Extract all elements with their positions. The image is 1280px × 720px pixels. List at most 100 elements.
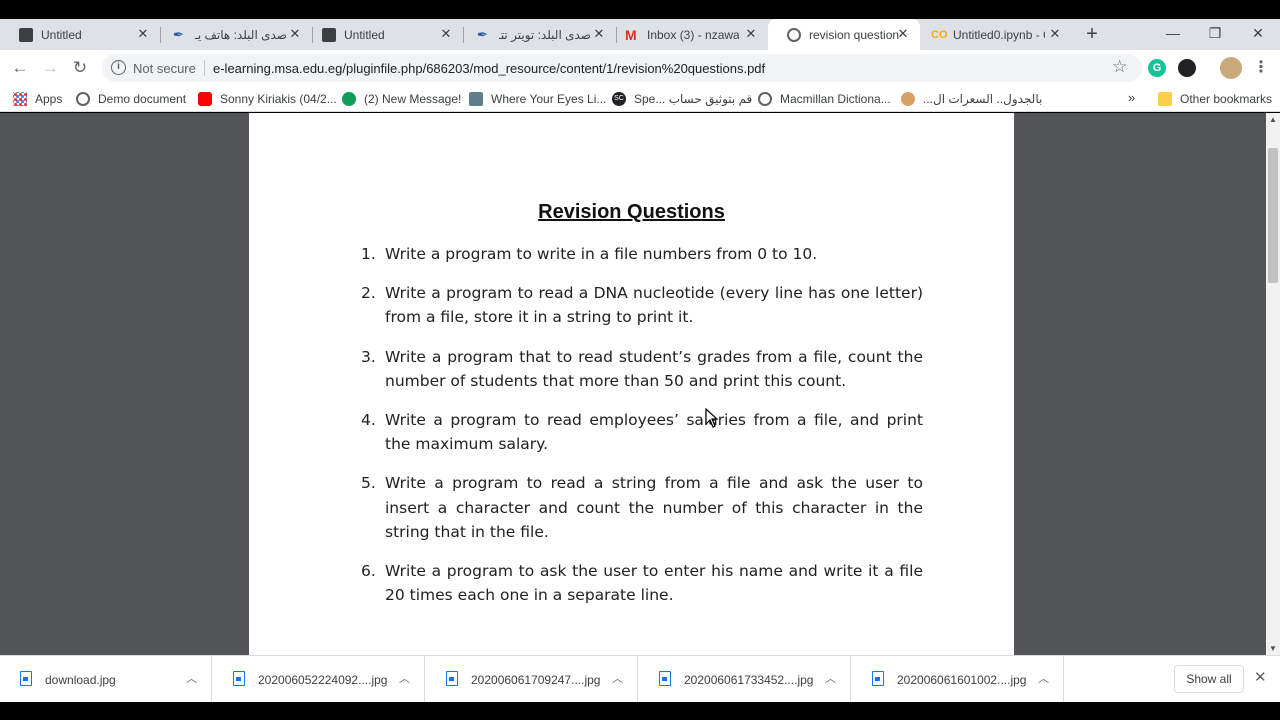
- list-item: 3. Write a program that to read student’s…: [361, 345, 923, 393]
- close-icon[interactable]: ✕: [896, 27, 910, 41]
- tab-title: صدى البلد: تويتر تتـ: [499, 27, 591, 42]
- download-item[interactable]: 202006061733452....jpg ︿: [639, 656, 851, 703]
- download-item[interactable]: download.jpg ︿: [0, 656, 212, 703]
- chevron-up-icon[interactable]: ︿: [399, 670, 410, 686]
- bookmark-calories[interactable]: بالجدول.. السعرات ال...: [901, 86, 1042, 112]
- tab-untitled-2[interactable]: Untitled ✕: [303, 19, 464, 50]
- screen-top-bar: [0, 0, 1280, 19]
- scroll-down-icon[interactable]: ▼: [1266, 644, 1280, 653]
- question-text: Write a program to read a DNA nucleotide…: [385, 284, 923, 327]
- document-icon: [322, 27, 336, 42]
- vertical-scrollbar[interactable]: ▲ ▼: [1266, 113, 1280, 655]
- list-item: 5. Write a program to read a string from …: [361, 471, 923, 544]
- bookmark-demo-document[interactable]: Demo document: [76, 86, 186, 112]
- bookmark-other-bookmarks[interactable]: Other bookmarks: [1158, 86, 1272, 112]
- bookmark-label: Other bookmarks: [1180, 92, 1273, 106]
- show-all-button[interactable]: Show all: [1174, 665, 1244, 693]
- more-menu-icon[interactable]: ⋮: [1253, 58, 1269, 78]
- url-text[interactable]: e-learning.msa.edu.eg/pluginfile.php/686…: [213, 61, 765, 76]
- bookmark-macmillan[interactable]: Macmillan Dictiona...: [758, 86, 891, 112]
- bookmark-label: بالجدول.. السعرات ال...: [923, 92, 1043, 106]
- tab-title: صدى البلد: هاتف يـ: [195, 27, 287, 42]
- tab-title: Untitled0.ipynb - C: [953, 27, 1045, 42]
- download-filename: 202006061733452....jpg: [684, 673, 814, 687]
- download-shelf: download.jpg ︿ 202006052224092....jpg ︿ …: [0, 655, 1280, 703]
- window-close-icon[interactable]: ✕: [1248, 19, 1268, 50]
- bookmark-sonny-kiriakis[interactable]: Sonny Kiriakis (04/2...: [198, 86, 337, 112]
- question-number: 2.: [361, 284, 376, 303]
- star-icon[interactable]: ☆: [1112, 57, 1127, 77]
- bookmark-label: Demo document: [98, 92, 187, 106]
- youtube-icon: [198, 92, 212, 106]
- security-status[interactable]: Not secure: [133, 61, 196, 76]
- back-arrow-icon[interactable]: ←: [10, 58, 30, 78]
- new-tab-icon[interactable]: +: [1082, 19, 1102, 50]
- bookmark-new-message[interactable]: (2) New Message!: [342, 86, 461, 112]
- question-text: Write a program to read a string from a …: [385, 474, 923, 541]
- download-item[interactable]: 202006061601002....jpg ︿: [852, 656, 1064, 703]
- question-list: 1. Write a program to write in a file num…: [361, 242, 923, 622]
- chevron-up-icon[interactable]: ︿: [186, 670, 197, 686]
- tab-title: revision question: [809, 27, 900, 42]
- bookmark-label: Sonny Kiriakis (04/2...: [220, 92, 337, 106]
- tab-untitled-1[interactable]: Untitled ✕: [0, 19, 161, 50]
- image-file-icon: [446, 671, 458, 686]
- chevron-double-right-icon[interactable]: »: [1128, 90, 1135, 105]
- document-title: Revision Questions: [538, 201, 725, 223]
- close-icon[interactable]: ✕: [744, 27, 758, 41]
- chevron-up-icon[interactable]: ︿: [1038, 670, 1049, 686]
- bookmark-apps[interactable]: Apps: [13, 86, 62, 112]
- pdf-page: Revision Questions 1. Write a program to …: [249, 113, 1014, 655]
- bookmark-label: (2) New Message!: [364, 92, 462, 106]
- apps-grid-icon: [13, 92, 27, 106]
- face-icon: [901, 92, 915, 106]
- image-file-icon: [872, 671, 884, 686]
- address-bar[interactable]: i Not secure e-learning.msa.edu.eg/plugi…: [102, 54, 1142, 82]
- scroll-up-icon[interactable]: ▲: [1266, 115, 1280, 124]
- close-icon[interactable]: ✕: [136, 27, 150, 41]
- reload-icon[interactable]: ↻: [70, 58, 90, 78]
- bookmarks-bar: Apps Demo document Sonny Kiriakis (04/2.…: [0, 86, 1280, 112]
- bookmark-label: Where Your Eyes Li...: [491, 92, 607, 106]
- pdf-viewer[interactable]: Revision Questions 1. Write a program to …: [0, 113, 1266, 655]
- forward-arrow-icon[interactable]: →: [40, 58, 60, 78]
- tab-revision-questions[interactable]: revision question ✕: [768, 19, 920, 50]
- question-number: 1.: [361, 245, 376, 263]
- tab-colab[interactable]: CO Untitled0.ipynb - C ✕: [912, 19, 1072, 50]
- restore-icon[interactable]: ❐: [1205, 19, 1225, 50]
- image-file-icon: [20, 671, 32, 686]
- colab-icon: CO: [931, 28, 948, 41]
- message-icon: [342, 92, 356, 106]
- close-icon[interactable]: ✕: [288, 27, 302, 41]
- chevron-up-icon[interactable]: ︿: [825, 670, 836, 686]
- feather-icon: ✒: [173, 26, 184, 42]
- question-text: Write a program to write in a file numbe…: [385, 245, 818, 263]
- tab-sada-elbalad-1[interactable]: ✒ صدى البلد: هاتف يـ ✕: [154, 19, 313, 50]
- profile-avatar[interactable]: [1220, 57, 1242, 79]
- scrollbar-thumb[interactable]: [1268, 148, 1278, 283]
- extension-icon[interactable]: [1178, 59, 1196, 77]
- close-icon[interactable]: ✕: [439, 27, 453, 41]
- image-file-icon: [659, 671, 671, 686]
- close-icon[interactable]: ✕: [1048, 27, 1062, 41]
- tab-sada-elbalad-2[interactable]: ✒ صدى البلد: تويتر تتـ ✕: [458, 19, 617, 50]
- info-icon[interactable]: i: [111, 60, 126, 75]
- document-icon: [19, 27, 33, 42]
- bookmark-where-your-eyes[interactable]: Where Your Eyes Li...: [469, 86, 606, 112]
- download-item[interactable]: 202006061709247....jpg ︿: [426, 656, 638, 703]
- minimize-icon[interactable]: —: [1163, 19, 1183, 50]
- bookmark-spe[interactable]: SC قم بتوثيق حساب ...Spe: [612, 86, 752, 112]
- question-text: Write a program to read employees’ salar…: [385, 411, 923, 454]
- close-icon[interactable]: ✕: [1254, 668, 1267, 686]
- screen-bottom-bar: [0, 702, 1280, 720]
- question-number: 6.: [361, 562, 376, 581]
- chevron-up-icon[interactable]: ︿: [612, 670, 623, 686]
- bookmark-label: Macmillan Dictiona...: [780, 92, 891, 106]
- close-icon[interactable]: ✕: [592, 27, 606, 41]
- gmail-icon: M: [625, 26, 637, 43]
- tab-gmail-inbox[interactable]: M Inbox (3) - nzawa ✕: [606, 19, 768, 50]
- feather-icon: ✒: [477, 26, 488, 42]
- download-item[interactable]: 202006052224092....jpg ︿: [213, 656, 425, 703]
- question-text: Write a program to ask the user to enter…: [385, 562, 923, 605]
- grammarly-icon[interactable]: G: [1148, 59, 1166, 77]
